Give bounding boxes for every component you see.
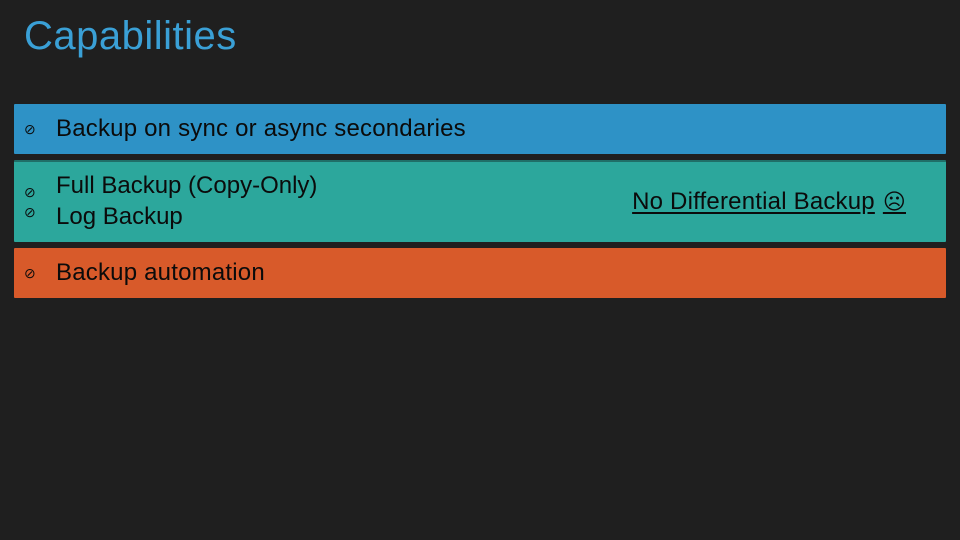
bar-line-2: Log Backup [56, 203, 317, 232]
bullet-group: ⊘ [24, 248, 36, 298]
page-title: Capabilities [24, 14, 237, 59]
bar-automation: ⊘ Backup automation [14, 248, 946, 298]
bullet-group: ⊘ ⊘ [24, 162, 36, 242]
sad-face-icon: ☹ [883, 189, 906, 215]
text-stack: Full Backup (Copy-Only) Log Backup [56, 172, 317, 232]
bar-backup-types: ⊘ ⊘ Full Backup (Copy-Only) Log Backup N… [14, 160, 946, 242]
bullet-icon: ⊘ [24, 122, 36, 136]
slide: Capabilities ⊘ Backup on sync or async s… [0, 0, 960, 540]
bullet-icon: ⊘ [24, 266, 36, 280]
bullet-group: ⊘ [24, 104, 36, 154]
bar-content: Backup automation [56, 248, 932, 298]
no-differential-note: No Differential Backup ☹ [632, 188, 906, 216]
bar-text: Backup on sync or async secondaries [56, 115, 466, 143]
bar-sync-async: ⊘ Backup on sync or async secondaries [14, 104, 946, 154]
note-text: No Differential Backup [632, 188, 875, 216]
bullet-icon: ⊘ [24, 205, 36, 219]
content-bars: ⊘ Backup on sync or async secondaries ⊘ … [14, 104, 946, 304]
bar-content: Backup on sync or async secondaries [56, 104, 932, 154]
bullet-icon: ⊘ [24, 185, 36, 199]
bar-line-1: Full Backup (Copy-Only) [56, 172, 317, 201]
bar-text: Backup automation [56, 259, 265, 287]
